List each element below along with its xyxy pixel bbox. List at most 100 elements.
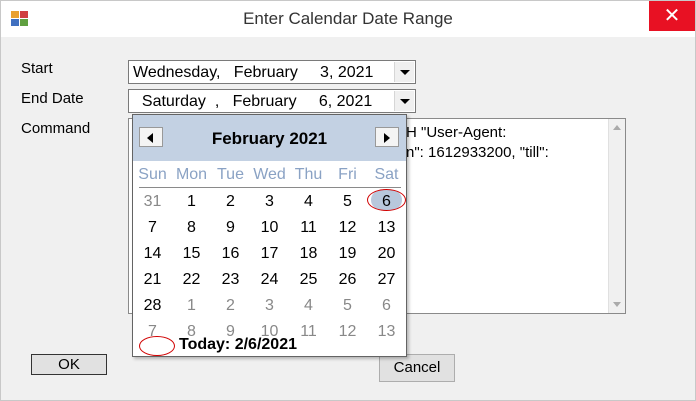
- calendar-day[interactable]: 12: [328, 215, 367, 241]
- calendar-day[interactable]: 3: [250, 189, 289, 215]
- calendar-day-number: 16: [221, 245, 240, 262]
- calendar-day-number: 1: [187, 297, 196, 314]
- calendar-day[interactable]: 2: [211, 189, 250, 215]
- calendar-day-number: 4: [304, 193, 313, 210]
- calendar-day-number: 23: [221, 271, 240, 288]
- calendar-day[interactable]: 9: [211, 215, 250, 241]
- calendar-day[interactable]: 25: [289, 267, 328, 293]
- calendar-day-number: 22: [182, 271, 201, 288]
- dialog-window: Enter Calendar Date Range ✕ Start End Da…: [0, 0, 696, 401]
- calendar-day[interactable]: 17: [250, 241, 289, 267]
- calendar-day[interactable]: 5: [328, 189, 367, 215]
- end-date-label: End Date: [21, 90, 84, 107]
- calendar-day-number: 13: [377, 219, 396, 236]
- calendar-day[interactable]: 27: [367, 267, 406, 293]
- calendar-day-number: 20: [377, 245, 396, 262]
- calendar-day[interactable]: 4: [289, 189, 328, 215]
- calendar-day-number: 14: [143, 245, 162, 262]
- calendar-day-number: 6: [382, 297, 391, 314]
- calendar-day[interactable]: 13: [367, 215, 406, 241]
- calendar-day[interactable]: 10: [250, 215, 289, 241]
- calendar-day-number: 8: [187, 219, 196, 236]
- end-date-value: Saturday , February 6, 2021: [133, 93, 373, 110]
- calendar-day[interactable]: 7: [133, 215, 172, 241]
- today-label[interactable]: Today: 2/6/2021: [179, 336, 297, 354]
- calendar-day[interactable]: 16: [211, 241, 250, 267]
- calendar-day-number: 17: [260, 245, 279, 262]
- day-of-week-sat: Sat: [374, 166, 399, 183]
- close-button[interactable]: ✕: [649, 1, 695, 31]
- calendar-day-number: 31: [143, 193, 162, 210]
- calendar-day-number: 5: [343, 297, 352, 314]
- calendar-day-number: 21: [143, 271, 162, 288]
- calendar-day-number: 3: [265, 297, 274, 314]
- calendar-day-number: 11: [300, 219, 317, 236]
- calendar-day[interactable]: 8: [172, 215, 211, 241]
- calendar-day[interactable]: 18: [289, 241, 328, 267]
- start-date-picker[interactable]: Wednesday, February 3, 2021: [128, 60, 416, 84]
- calendar-day-number: 10: [260, 219, 279, 236]
- calendar-day-number: 7: [148, 219, 157, 236]
- calendar-day-number: 25: [299, 271, 318, 288]
- calendar-day[interactable]: 1: [172, 189, 211, 215]
- chevron-down-icon[interactable]: [394, 62, 414, 82]
- calendar-day[interactable]: 11: [289, 215, 328, 241]
- month-title[interactable]: February 2021: [133, 129, 406, 149]
- day-of-week-sun: Sun: [138, 166, 167, 183]
- calendar-dropdown[interactable]: February 2021 Sun Mon Tue Wed Thu Fri Sat 31 1 2…: [132, 114, 407, 357]
- calendar-day-number: 19: [338, 245, 357, 262]
- calendar-day[interactable]: 31: [133, 189, 172, 215]
- calendar-day[interactable]: 14: [133, 241, 172, 267]
- calendar-day[interactable]: 28: [133, 293, 172, 319]
- today-row[interactable]: Today: 2/6/2021: [133, 334, 406, 356]
- calendar-day[interactable]: 2: [211, 293, 250, 319]
- start-date-value: Wednesday, February 3, 2021: [133, 64, 374, 81]
- calendar-day[interactable]: 4: [289, 293, 328, 319]
- calendar-day-number: 28: [143, 297, 162, 314]
- scroll-down-icon[interactable]: [613, 302, 621, 307]
- calendar-day[interactable]: 6: [367, 293, 406, 319]
- scroll-up-icon[interactable]: [613, 125, 621, 130]
- calendar-day[interactable]: 19: [328, 241, 367, 267]
- end-date-picker[interactable]: Saturday , February 6, 2021: [128, 89, 416, 113]
- title-bar: Enter Calendar Date Range ✕: [1, 1, 695, 37]
- calendar-day-number: 27: [377, 271, 396, 288]
- calendar-day[interactable]: 3: [250, 293, 289, 319]
- calendar-day-number: 2: [226, 193, 235, 210]
- command-label: Command: [21, 120, 91, 137]
- day-of-week-fri: Fri: [338, 166, 357, 183]
- calendar-day[interactable]: 26: [328, 267, 367, 293]
- day-of-week-tue: Tue: [217, 166, 244, 183]
- command-scrollbar[interactable]: [608, 119, 625, 313]
- day-of-week-divider: [139, 187, 401, 188]
- chevron-down-icon[interactable]: [394, 91, 414, 111]
- calendar-day-number: 24: [260, 271, 279, 288]
- calendar-day[interactable]: 15: [172, 241, 211, 267]
- calendar-day[interactable]: 1: [172, 293, 211, 319]
- chevron-right-icon[interactable]: [375, 127, 399, 147]
- calendar-day[interactable]: 23: [211, 267, 250, 293]
- ok-button[interactable]: OK: [31, 354, 107, 375]
- start-label: Start: [21, 60, 53, 77]
- calendar-day[interactable]: 24: [250, 267, 289, 293]
- calendar-day-number: 3: [265, 193, 274, 210]
- day-of-week-mon: Mon: [175, 166, 208, 183]
- calendar-day-number: 18: [299, 245, 318, 262]
- day-of-week-wed: Wed: [253, 166, 286, 183]
- calendar-day-number: 12: [338, 219, 357, 236]
- today-annotation: [139, 336, 175, 356]
- window-title: Enter Calendar Date Range: [243, 9, 453, 28]
- calendar-day[interactable]: 22: [172, 267, 211, 293]
- calendar-day[interactable]: 5: [328, 293, 367, 319]
- day-of-week-thu: Thu: [294, 166, 323, 183]
- calendar-day[interactable]: 21: [133, 267, 172, 293]
- calendar-day-number: 2: [226, 297, 235, 314]
- calendar-day-number: 9: [226, 219, 235, 236]
- cancel-button[interactable]: Cancel: [379, 354, 455, 382]
- command-text: H "User-Agent: n": 1612933200, "till":: [406, 124, 549, 161]
- day-of-week-row: Sun Mon Tue Wed Thu Fri Sat: [133, 166, 406, 188]
- calendar-day-number: 15: [182, 245, 201, 262]
- calendar-day[interactable]: 20: [367, 241, 406, 267]
- calendar-day-number: 5: [343, 193, 352, 210]
- calendar-header: February 2021: [133, 115, 406, 161]
